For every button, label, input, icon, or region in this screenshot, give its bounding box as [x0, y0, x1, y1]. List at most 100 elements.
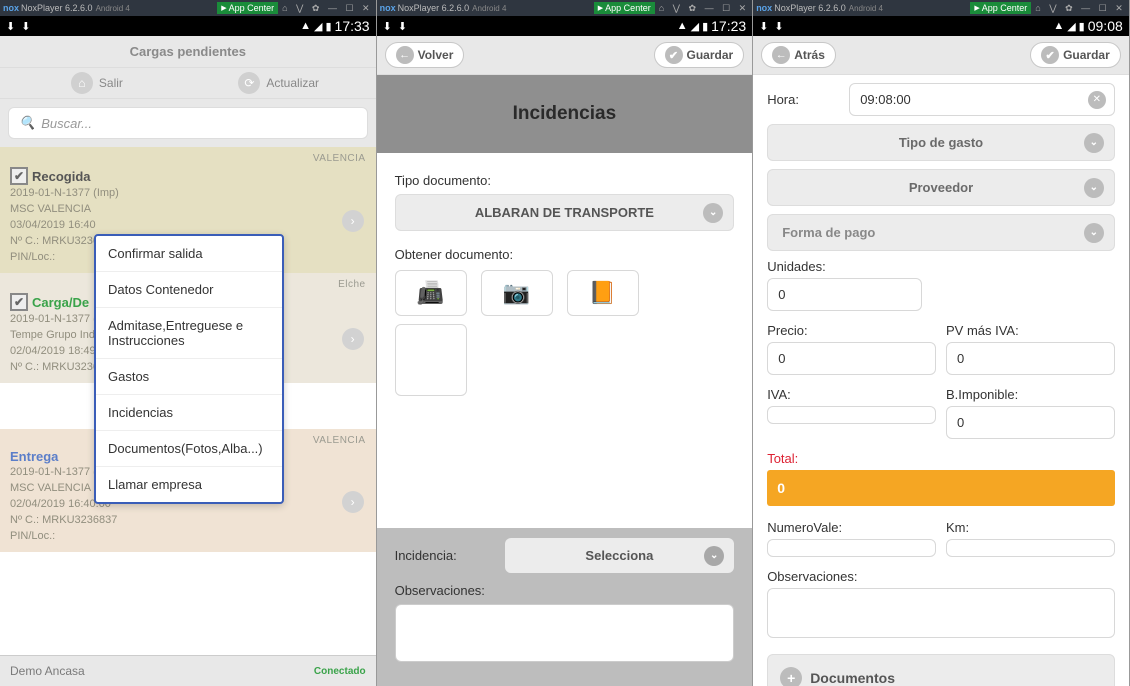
- menu-datos-contenedor[interactable]: Datos Contenedor: [96, 272, 282, 308]
- hora-label: Hora:: [767, 92, 837, 107]
- android-badge: Android 4: [849, 4, 883, 13]
- check-icon: ✔: [10, 293, 28, 311]
- tipo-documento-select[interactable]: ALBARAN DE TRANSPORTE ⌄: [395, 194, 735, 231]
- bimponible-input[interactable]: 0: [946, 406, 1115, 439]
- chevron-right-icon[interactable]: ›: [342, 328, 364, 350]
- card-pin: PIN/Loc.:: [10, 528, 366, 544]
- menu-confirmar-salida[interactable]: Confirmar salida: [96, 236, 282, 272]
- observaciones-textarea[interactable]: [767, 588, 1115, 638]
- menu-documentos[interactable]: Documentos(Fotos,Alba...): [96, 431, 282, 467]
- clock: 09:08: [1088, 18, 1123, 34]
- scan-button[interactable]: 📠: [395, 270, 467, 316]
- chevron-right-icon[interactable]: ›: [342, 210, 364, 232]
- forma-pago-select[interactable]: Forma de pago⌄: [767, 214, 1115, 251]
- download-icon: ⬇: [383, 20, 392, 33]
- hora-input[interactable]: 09:08:00 ✕: [849, 83, 1115, 116]
- clock: 17:33: [335, 18, 370, 34]
- arrow-left-icon: ←: [772, 46, 790, 64]
- arrow-left-icon: ←: [396, 46, 414, 64]
- menu-admitase[interactable]: Admitase,Entreguese e Instrucciones: [96, 308, 282, 359]
- obtener-documento-label: Obtener documento:: [395, 247, 735, 262]
- check-icon: ✔: [10, 167, 28, 185]
- nox-logo: nox: [756, 3, 772, 13]
- camera-button[interactable]: 📷: [481, 270, 553, 316]
- battery-icon: ▮: [325, 20, 331, 33]
- titlebar-text: NoxPlayer 6.2.6.0: [398, 3, 470, 13]
- window-controls[interactable]: ⌂ ⋁ ✿ — ☐ ✕: [282, 3, 372, 14]
- connection-status: Conectado: [314, 666, 366, 677]
- proveedor-select[interactable]: Proveedor⌄: [767, 169, 1115, 206]
- total-value: 0: [767, 470, 1115, 506]
- download-icon: ⬇: [774, 20, 783, 33]
- bimponible-label: B.Imponible:: [946, 387, 1115, 402]
- volver-label: Volver: [418, 48, 454, 62]
- guardar-label: Guardar: [1063, 48, 1110, 62]
- tipo-gasto-select[interactable]: Tipo de gasto⌄: [767, 124, 1115, 161]
- pviva-input[interactable]: 0: [946, 342, 1115, 375]
- context-menu: Confirmar salida Datos Contenedor Admita…: [94, 234, 284, 504]
- observaciones-label: Observaciones:: [395, 583, 735, 598]
- footer: Demo Ancasa Conectado: [0, 655, 376, 686]
- actions-row: ⌂Salir ⟳Actualizar: [0, 68, 376, 99]
- chevron-down-icon: ⌄: [704, 546, 724, 566]
- menu-gastos[interactable]: Gastos: [96, 359, 282, 395]
- window-controls[interactable]: ⌂ ⋁ ✿ — ☐ ✕: [659, 3, 749, 14]
- form-body: Hora: 09:08:00 ✕ Tipo de gasto⌄ Proveedo…: [753, 75, 1129, 686]
- chevron-down-icon: ⌄: [1084, 133, 1104, 153]
- guardar-button[interactable]: ✔ Guardar: [654, 42, 745, 68]
- menu-llamar-empresa[interactable]: Llamar empresa: [96, 467, 282, 502]
- actualizar-button[interactable]: ⟳Actualizar: [188, 72, 370, 94]
- titlebar-text: NoxPlayer 6.2.6.0: [21, 3, 93, 13]
- download-icon: ⬇: [6, 20, 15, 33]
- titlebar: nox NoxPlayer 6.2.6.0 Android 4 App Cent…: [0, 0, 376, 16]
- pane-incidencias: nox NoxPlayer 6.2.6.0 Android 4 App Cent…: [377, 0, 754, 686]
- iva-input[interactable]: [767, 406, 936, 424]
- clock: 17:23: [711, 18, 746, 34]
- app-center-button[interactable]: App Center: [970, 2, 1031, 14]
- signal-icon: ◢: [691, 20, 699, 33]
- clear-icon[interactable]: ✕: [1088, 91, 1106, 109]
- check-icon: ✔: [665, 46, 683, 64]
- download-icon: ⬇: [398, 20, 407, 33]
- unidades-input[interactable]: 0: [767, 278, 922, 311]
- download-icon: ⬇: [21, 20, 30, 33]
- tipo-documento-label: Tipo documento:: [395, 173, 735, 188]
- incidencia-select[interactable]: Selecciona ⌄: [505, 538, 735, 573]
- battery-icon: ▮: [702, 20, 708, 33]
- km-label: Km:: [946, 520, 1115, 535]
- android-badge: Android 4: [96, 4, 130, 13]
- volver-button[interactable]: ← Volver: [385, 42, 465, 68]
- app-center-button[interactable]: App Center: [594, 2, 655, 14]
- archive-button[interactable]: 📙: [567, 270, 639, 316]
- search-placeholder: Buscar...: [41, 116, 92, 131]
- documentos-section[interactable]: + Documentos: [767, 654, 1115, 686]
- pane-cargas: nox NoxPlayer 6.2.6.0 Android 4 App Cent…: [0, 0, 377, 686]
- guardar-label: Guardar: [687, 48, 734, 62]
- atras-button[interactable]: ←Atrás: [761, 42, 836, 68]
- salir-button[interactable]: ⌂Salir: [6, 72, 188, 94]
- app-center-button[interactable]: App Center: [217, 2, 278, 14]
- form-body: Tipo documento: ALBARAN DE TRANSPORTE ⌄ …: [377, 153, 753, 528]
- pane-gastos: nox NoxPlayer 6.2.6.0 Android 4 App Cent…: [753, 0, 1130, 686]
- toolbar: ←Atrás ✔Guardar: [753, 36, 1129, 75]
- statusbar: ⬇⬇ ▲◢▮17:23: [377, 16, 753, 36]
- search-input[interactable]: 🔍 Buscar...: [8, 107, 368, 139]
- precio-input[interactable]: 0: [767, 342, 936, 375]
- observaciones-label: Observaciones:: [767, 569, 1115, 584]
- card-client: MSC VALENCIA: [10, 201, 366, 217]
- chevron-right-icon[interactable]: ›: [342, 491, 364, 513]
- unidades-label: Unidades:: [767, 259, 1115, 274]
- incidencia-label: Incidencia:: [395, 548, 495, 563]
- nox-logo: nox: [380, 3, 396, 13]
- observaciones-textarea[interactable]: [395, 604, 735, 662]
- total-label: Total:: [767, 451, 1115, 466]
- document-preview: [395, 324, 467, 396]
- titlebar: nox NoxPlayer 6.2.6.0 Android 4 App Cent…: [753, 0, 1129, 16]
- documentos-label: Documentos: [810, 670, 895, 686]
- guardar-button[interactable]: ✔Guardar: [1030, 42, 1121, 68]
- menu-incidencias[interactable]: Incidencias: [96, 395, 282, 431]
- numerovale-input[interactable]: [767, 539, 936, 557]
- window-controls[interactable]: ⌂ ⋁ ✿ — ☐ ✕: [1035, 3, 1125, 14]
- tipo-documento-value: ALBARAN DE TRANSPORTE: [475, 205, 654, 220]
- km-input[interactable]: [946, 539, 1115, 557]
